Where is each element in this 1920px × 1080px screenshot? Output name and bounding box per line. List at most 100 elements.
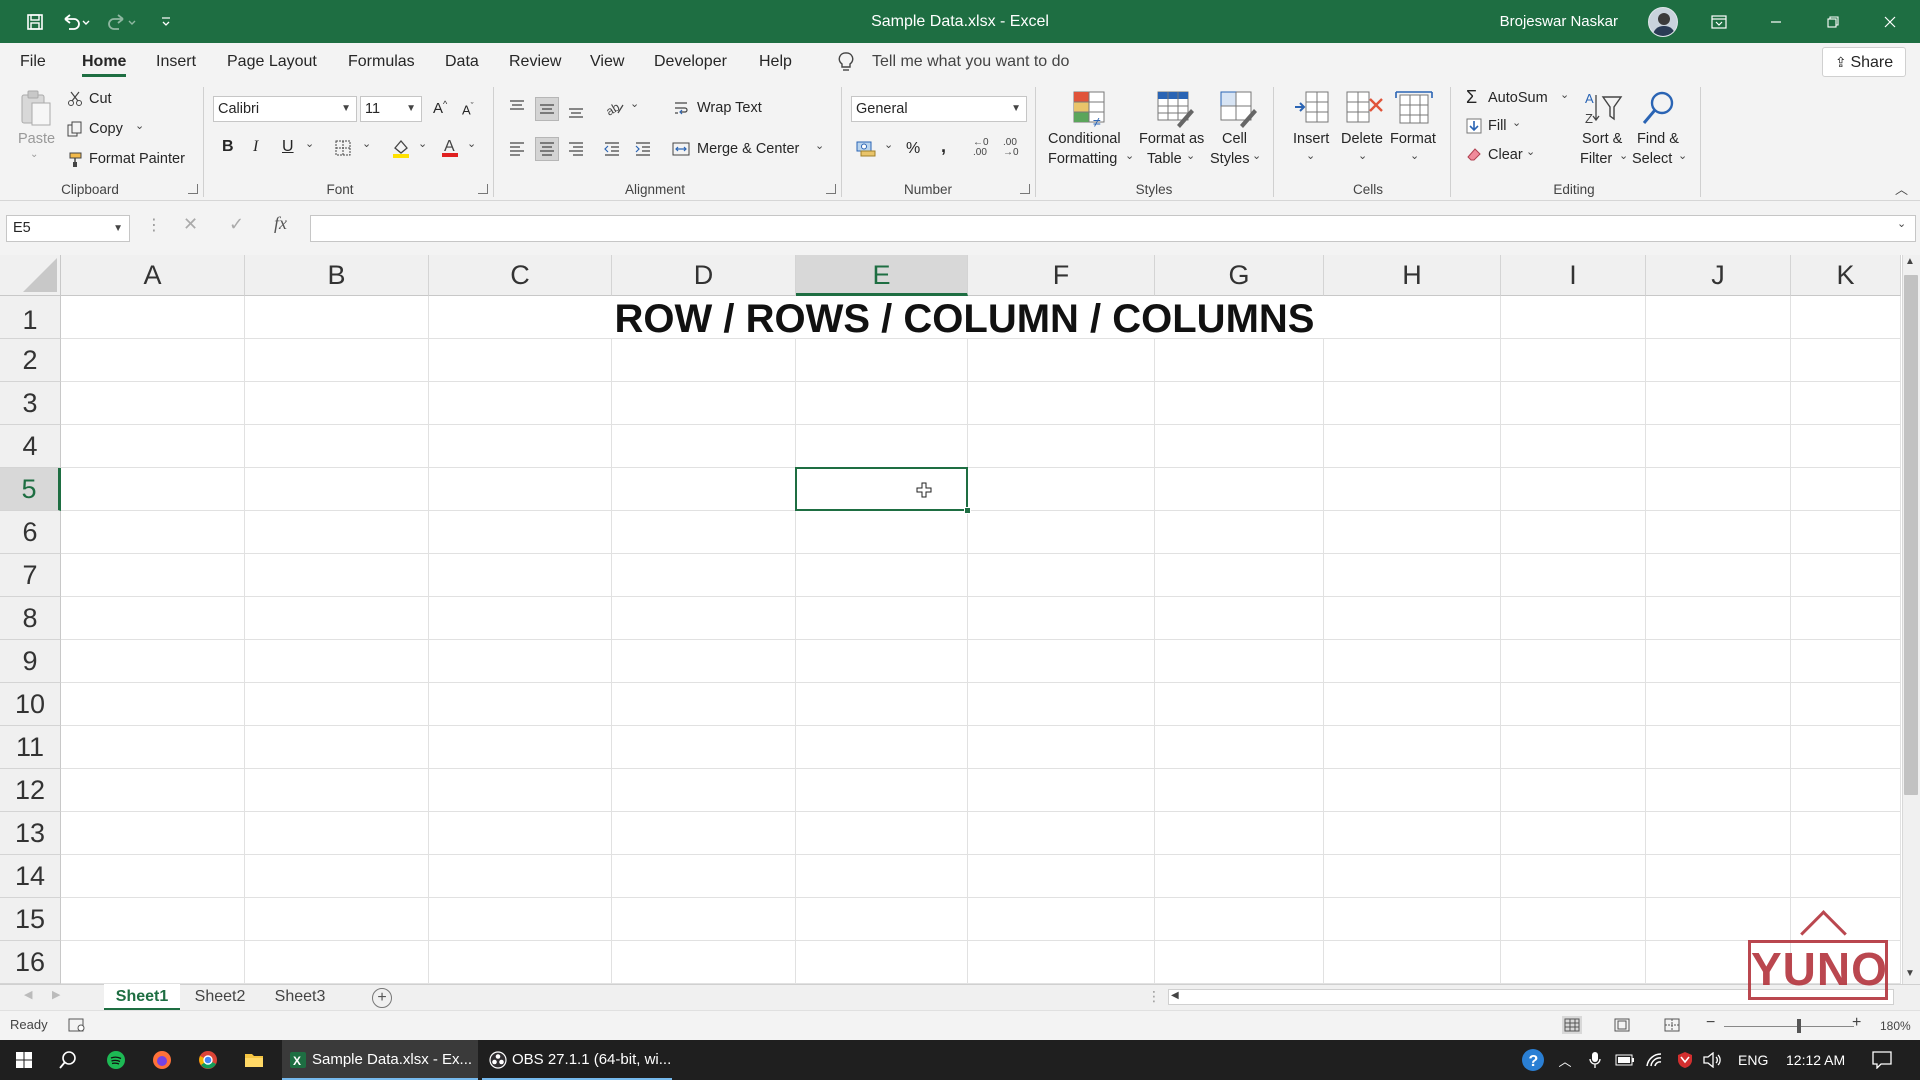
align-right-icon[interactable] — [566, 139, 586, 159]
column-header-b[interactable]: B — [245, 255, 429, 296]
column-header-g[interactable]: G — [1155, 255, 1324, 296]
next-sheet-icon[interactable]: ▶ — [52, 988, 60, 1001]
sort-filter-label-2[interactable]: Filter — [1580, 151, 1612, 167]
orientation-dropdown-icon[interactable]: ⌄ — [630, 97, 639, 110]
input-language[interactable]: ENG — [1738, 1040, 1768, 1080]
zoom-out-icon[interactable]: − — [1706, 1014, 1715, 1032]
paste-icon[interactable] — [16, 89, 56, 129]
page-layout-view-icon[interactable] — [1612, 1016, 1632, 1034]
ribbon-display-options-icon[interactable] — [1696, 0, 1742, 43]
font-size-select[interactable]: 11 ▼ — [360, 96, 422, 122]
sheet-tab-sheet2[interactable]: Sheet2 — [182, 984, 258, 1010]
macro-record-icon[interactable] — [68, 1016, 86, 1034]
cell-styles-label[interactable]: Cell — [1222, 131, 1247, 147]
active-cell[interactable] — [795, 467, 968, 511]
tab-view[interactable]: View — [590, 43, 624, 81]
orientation-icon[interactable]: ab — [604, 97, 626, 119]
battery-icon[interactable] — [1614, 1040, 1636, 1080]
conditional-formatting-icon[interactable]: ≠ — [1071, 89, 1111, 129]
customize-quick-access-icon[interactable] — [158, 0, 174, 43]
tab-home[interactable]: Home — [82, 43, 127, 81]
firefox-icon[interactable] — [146, 1040, 178, 1080]
cell-styles-label-2[interactable]: Styles — [1210, 151, 1250, 167]
zoom-in-icon[interactable]: + — [1852, 1014, 1861, 1032]
row-header-10[interactable]: 10 — [0, 683, 61, 726]
tab-developer[interactable]: Developer — [654, 43, 727, 81]
row-header-12[interactable]: 12 — [0, 769, 61, 812]
align-center-icon[interactable] — [535, 137, 559, 161]
confirm-entry-icon[interactable]: ✓ — [229, 214, 244, 235]
column-header-e[interactable]: E — [796, 255, 968, 296]
cell-styles-icon[interactable] — [1218, 89, 1258, 129]
insert-function-icon[interactable]: fx — [274, 213, 287, 234]
help-icon[interactable]: ? — [1518, 1040, 1548, 1080]
conditional-formatting-label[interactable]: Conditional — [1048, 131, 1121, 147]
redo-icon[interactable] — [104, 0, 140, 43]
decrease-decimal-icon[interactable]: .00 →0 — [1003, 138, 1019, 158]
autosum-dropdown-icon[interactable]: ⌄ — [1560, 88, 1569, 101]
save-icon[interactable] — [22, 0, 48, 43]
column-header-d[interactable]: D — [612, 255, 796, 296]
row-header-8[interactable]: 8 — [0, 597, 61, 640]
close-icon[interactable] — [1867, 0, 1913, 43]
row-header-6[interactable]: 6 — [0, 511, 61, 554]
zoom-level[interactable]: 180% — [1880, 1019, 1911, 1033]
bottom-align-icon[interactable] — [566, 101, 586, 121]
underline-dropdown-icon[interactable]: ⌄ — [305, 137, 314, 150]
fill-color-icon[interactable] — [390, 137, 412, 159]
clock[interactable]: 12:12 AM — [1786, 1040, 1845, 1080]
row-header-7[interactable]: 7 — [0, 554, 61, 597]
conditional-dropdown-icon[interactable]: ⌄ — [1125, 149, 1134, 162]
tab-data[interactable]: Data — [445, 43, 479, 81]
paste-dropdown-icon[interactable]: ⌄ — [30, 149, 38, 160]
search-icon[interactable] — [52, 1040, 84, 1080]
sort-filter-label[interactable]: Sort & — [1582, 131, 1622, 147]
format-button[interactable]: Format — [1390, 131, 1436, 147]
column-header-j[interactable]: J — [1646, 255, 1791, 296]
split-handle-icon[interactable]: ⋮ — [1147, 988, 1161, 1005]
undo-icon[interactable] — [58, 0, 94, 43]
increase-indent-icon[interactable] — [633, 139, 653, 159]
row-header-11[interactable]: 11 — [0, 726, 61, 769]
cut-button[interactable]: Cut — [89, 91, 112, 107]
spotify-icon[interactable] — [100, 1040, 132, 1080]
collapse-ribbon-icon[interactable]: ︿ — [1895, 179, 1908, 198]
tab-file[interactable]: File — [20, 43, 46, 81]
zoom-slider[interactable] — [1724, 1026, 1854, 1027]
bold-button[interactable]: B — [222, 138, 234, 156]
format-as-table-dropdown-icon[interactable]: ⌄ — [1186, 149, 1195, 162]
row-header-1[interactable]: 1 — [0, 296, 61, 339]
column-header-h[interactable]: H — [1324, 255, 1501, 296]
wifi-icon[interactable] — [1644, 1040, 1666, 1080]
row-header-5[interactable]: 5 — [0, 468, 61, 511]
show-hidden-icons-icon[interactable]: ︿ — [1554, 1040, 1576, 1080]
fill-color-dropdown-icon[interactable]: ⌄ — [418, 137, 427, 150]
font-color-icon[interactable]: A — [440, 135, 460, 159]
cancel-entry-icon[interactable]: ✕ — [183, 214, 198, 235]
number-launcher-icon[interactable] — [1020, 184, 1030, 194]
fill-dropdown-icon[interactable]: ⌄ — [1512, 116, 1521, 129]
avatar[interactable] — [1648, 7, 1678, 37]
top-align-icon[interactable] — [507, 97, 527, 117]
clipboard-launcher-icon[interactable] — [188, 184, 198, 194]
row-header-14[interactable]: 14 — [0, 855, 61, 898]
formula-input[interactable] — [310, 215, 1916, 242]
row-header-3[interactable]: 3 — [0, 382, 61, 425]
vertical-scroll-thumb[interactable] — [1904, 275, 1918, 795]
autosum-button[interactable]: AutoSum — [1488, 90, 1548, 106]
format-as-table-icon[interactable] — [1155, 89, 1195, 129]
delete-cells-icon[interactable] — [1344, 89, 1384, 129]
column-header-a[interactable]: A — [61, 255, 245, 296]
tab-help[interactable]: Help — [759, 43, 792, 81]
paste-button[interactable]: Paste — [18, 131, 55, 147]
fill-handle[interactable] — [964, 507, 971, 514]
shield-icon[interactable] — [1674, 1040, 1696, 1080]
windows-start-icon[interactable] — [8, 1040, 40, 1080]
copy-dropdown-icon[interactable]: ⌄ — [135, 119, 144, 132]
borders-icon[interactable] — [334, 139, 352, 157]
font-launcher-icon[interactable] — [478, 184, 488, 194]
increase-decimal-icon[interactable]: ←0.00 — [973, 138, 989, 158]
normal-view-icon[interactable] — [1562, 1016, 1582, 1034]
insert-cells-icon[interactable] — [1292, 89, 1332, 129]
user-name[interactable]: Brojeswar Naskar — [1500, 0, 1618, 43]
